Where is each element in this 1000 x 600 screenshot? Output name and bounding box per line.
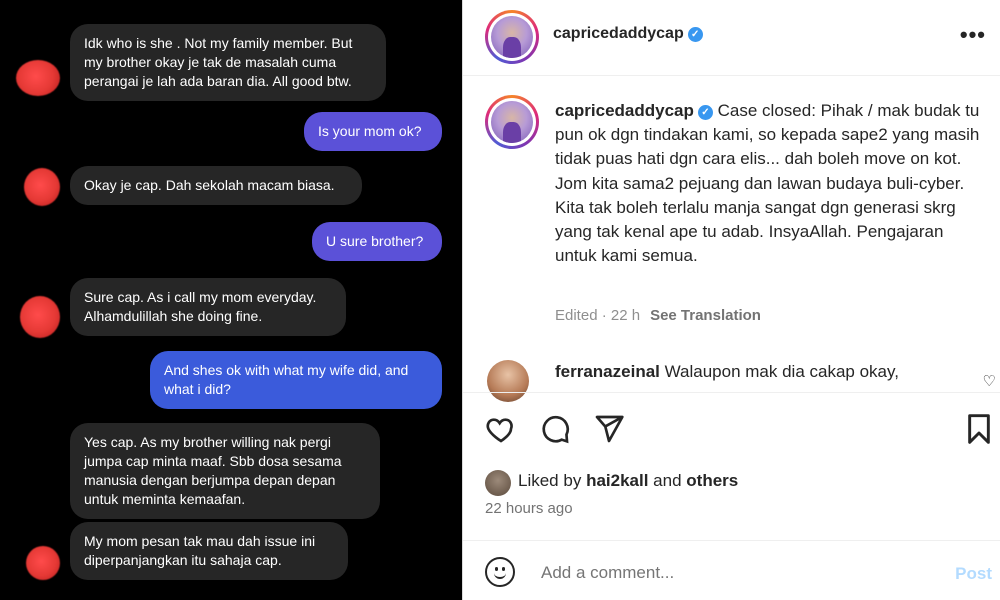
comment-bubble-icon[interactable]	[539, 413, 571, 445]
add-comment-input[interactable]	[541, 563, 901, 583]
profile-avatar[interactable]	[485, 10, 539, 64]
see-translation-link[interactable]: See Translation	[650, 307, 761, 324]
liker-username[interactable]: hai2kall	[586, 471, 648, 490]
post-comment-button[interactable]: Post	[955, 564, 992, 584]
header-username[interactable]: capricedaddycap ✓	[553, 25, 703, 43]
more-options-icon[interactable]: •••	[960, 22, 986, 48]
comment-row: ferranazeinal Walaupon mak dia cakap oka…	[463, 352, 1000, 392]
liker-avatar[interactable]	[485, 470, 511, 496]
outgoing-message: And shes ok with what my wife did, and w…	[150, 351, 442, 409]
likes-summary: Liked by hai2kall and others	[518, 471, 738, 491]
save-bookmark-icon[interactable]	[965, 413, 993, 445]
likes-others-link[interactable]: others	[686, 471, 738, 490]
share-send-icon[interactable]	[593, 413, 625, 445]
redacted-avatar	[24, 168, 60, 206]
comment: ferranazeinal Walaupon mak dia cakap oka…	[555, 362, 945, 382]
outgoing-message: Is your mom ok?	[304, 112, 442, 151]
caption-meta: Edited · 22 h See Translation	[555, 307, 761, 324]
instagram-post-panel: capricedaddycap ✓ ••• capricedaddycap ✓ Ca…	[462, 0, 1000, 600]
outgoing-message: U sure brother?	[312, 222, 442, 261]
incoming-message: Okay je cap. Dah sekolah macam biasa.	[70, 166, 362, 205]
profile-photo	[491, 16, 533, 58]
chat-screenshot: Idk who is she . Not my family member. B…	[0, 0, 462, 600]
likes-prefix: Liked by	[518, 471, 582, 490]
incoming-message: Sure cap. As i call my mom everyday. Alh…	[70, 278, 346, 336]
redacted-avatar	[26, 546, 60, 580]
caption-username[interactable]: capricedaddycap	[555, 101, 694, 120]
redacted-avatar	[16, 60, 60, 96]
post-header	[463, 0, 1000, 76]
comment-like-icon[interactable]: ♡	[983, 372, 996, 390]
header-username-text[interactable]: capricedaddycap	[553, 25, 684, 42]
caption-text: Case closed: Pihak / mak budak tu pun ok…	[555, 101, 980, 266]
caption-avatar[interactable]	[485, 95, 539, 149]
redacted-avatar	[20, 296, 60, 338]
emoji-icon[interactable]	[485, 557, 515, 587]
caption-profile-photo	[491, 101, 533, 143]
edited-timestamp: Edited · 22 h	[555, 307, 641, 324]
comment-username[interactable]: ferranazeinal	[555, 362, 660, 381]
like-heart-icon[interactable]	[485, 413, 517, 445]
incoming-message: Idk who is she . Not my family member. B…	[70, 24, 386, 101]
incoming-message: Yes cap. As my brother willing nak pergi…	[70, 423, 380, 519]
incoming-message: My mom pesan tak mau dah issue ini diper…	[70, 522, 348, 580]
verified-badge-icon: ✓	[687, 27, 703, 42]
likes-and: and	[653, 471, 682, 490]
post-caption: capricedaddycap ✓ Case closed: Pihak / ma…	[555, 99, 985, 268]
post-timestamp[interactable]: 22 hours ago	[485, 500, 573, 517]
comment-text: Walaupon mak dia cakap okay,	[664, 362, 899, 381]
verified-badge-icon: ✓	[697, 105, 713, 120]
